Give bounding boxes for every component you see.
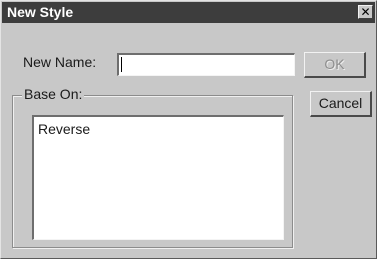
- new-style-dialog: New Style ✕ New Name: OK Cancel Base On:…: [0, 0, 377, 259]
- base-style-listbox[interactable]: Reverse: [32, 115, 284, 240]
- close-icon: ✕: [360, 5, 371, 19]
- base-on-label: Base On:: [22, 86, 85, 102]
- dialog-title: New Style: [7, 4, 74, 20]
- close-button[interactable]: ✕: [358, 5, 373, 19]
- list-item[interactable]: Reverse: [38, 121, 90, 137]
- cancel-button[interactable]: Cancel: [310, 91, 372, 117]
- text-caret: [121, 57, 122, 72]
- ok-button[interactable]: OK: [304, 52, 366, 78]
- new-name-label: New Name:: [23, 54, 97, 70]
- title-bar[interactable]: New Style ✕: [2, 2, 375, 23]
- new-name-input[interactable]: [117, 53, 295, 76]
